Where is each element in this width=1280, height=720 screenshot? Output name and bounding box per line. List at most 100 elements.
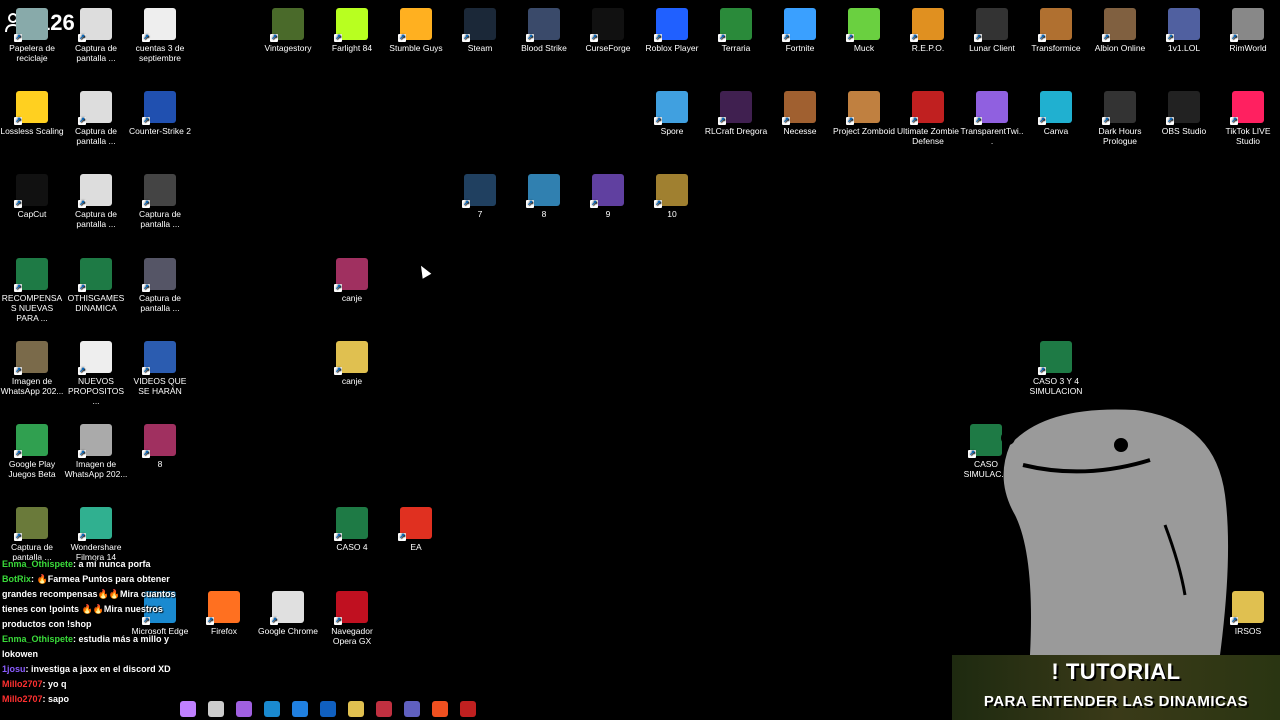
desktop-icon[interactable]: Stumble Guys	[384, 4, 448, 53]
desktop-icon-label: R.E.P.O.	[911, 43, 945, 53]
desktop-icon[interactable]: TransparentTwi...	[960, 87, 1024, 146]
desktop-icon[interactable]: canje	[320, 254, 384, 303]
desktop-icon[interactable]: Ultimate Zombie Defense	[896, 87, 960, 146]
desktop-icon[interactable]: 9	[576, 170, 640, 219]
desktop-icon-label: Transformice	[1031, 43, 1081, 53]
desktop-icon-label: canje	[341, 293, 363, 303]
desktop-icon[interactable]: CapCut	[0, 170, 64, 219]
desktop-icon[interactable]: CurseForge	[576, 4, 640, 53]
desktop-icon[interactable]: Dark Hours Prologue	[1088, 87, 1152, 146]
zip-folder-icon	[334, 341, 368, 375]
desktop-icon-label: TikTok LIVE Studio	[1225, 126, 1271, 146]
task-view-icon[interactable]	[208, 700, 224, 717]
desktop-icon[interactable]: Transformice	[1024, 4, 1088, 53]
desktop-icon[interactable]: 7	[448, 170, 512, 219]
desktop-icon[interactable]: Roblox Player	[640, 4, 704, 53]
desktop-icon[interactable]: CASO 3 Y 4 SIMULACION	[1024, 337, 1088, 396]
desktop-icon[interactable]: Lossless Scaling	[0, 87, 64, 136]
screenshot-icon	[78, 91, 112, 125]
desktop-icon[interactable]: 8	[512, 170, 576, 219]
desktop-icon[interactable]: canje	[320, 337, 384, 386]
chat-overlay: Enma_Othispete: a mí nunca porfa BotRix:…	[2, 557, 192, 707]
desktop-icon[interactable]: RECOMPENSAS NUEVAS PARA ...	[0, 254, 64, 323]
desktop-icon[interactable]: RLCraft Dregora	[704, 87, 768, 136]
cs2-icon	[142, 91, 176, 125]
desktop-icon[interactable]: cuentas 3 de septiembre	[128, 4, 192, 63]
tutorial-banner: ! TUTORIAL PARA ENTENDER LAS DINAMICAS	[952, 655, 1280, 720]
desktop-icon[interactable]: Captura de pantalla ...	[64, 4, 128, 63]
excel-icon	[334, 507, 368, 541]
tiktok-icon	[1230, 91, 1264, 125]
desktop-icon[interactable]: Terraria	[704, 4, 768, 53]
desktop-icon[interactable]: EA	[384, 503, 448, 552]
desktop-icon-label: Imagen de WhatsApp 202...	[0, 376, 64, 396]
desktop-icon[interactable]: Muck	[832, 4, 896, 53]
chat-message: Millo2707: yo q	[2, 677, 192, 692]
winrar-icon	[334, 258, 368, 292]
recycle-bin-icon	[14, 8, 48, 42]
desktop-icon[interactable]: Firefox	[192, 587, 256, 636]
desktop-icon[interactable]: Canva	[1024, 87, 1088, 136]
desktop-icon[interactable]: Navegador Opera GX	[320, 587, 384, 646]
terraria-icon	[718, 8, 752, 42]
capcut-icon	[14, 174, 48, 208]
desktop-icon-label: cuentas 3 de septiembre	[135, 43, 185, 63]
game-taskbar-icon[interactable]	[376, 700, 392, 717]
desktop-icon-label: Roblox Player	[645, 43, 699, 53]
desktop-icon[interactable]: 10	[640, 170, 704, 219]
teams-icon[interactable]	[404, 700, 420, 717]
desktop-icon[interactable]: Google Play Juegos Beta	[0, 420, 64, 479]
word-icon	[142, 341, 176, 375]
desktop-icon-label: Firefox	[211, 626, 237, 636]
desktop-icon[interactable]: Captura de pantalla ...	[0, 503, 64, 562]
desktop-icon[interactable]: Project Zomboid	[832, 87, 896, 136]
desktop-icon[interactable]: Counter-Strike 2	[128, 87, 192, 136]
explorer-icon[interactable]	[348, 700, 364, 717]
desktop-icon[interactable]: VIDEOS QUE SE HARÁN	[128, 337, 192, 396]
rlcraft-icon	[718, 91, 752, 125]
desktop-icon[interactable]: Fortnite	[768, 4, 832, 53]
desktop-icon-label: Captura de pantalla ...	[74, 126, 118, 146]
desktop-icon[interactable]: R.E.P.O.	[896, 4, 960, 53]
desktop-icon[interactable]: Steam	[448, 4, 512, 53]
desktop-icon[interactable]: CASO 4	[320, 503, 384, 552]
desktop-icon[interactable]: Imagen de WhatsApp 202...	[0, 337, 64, 396]
copilot-app-icon[interactable]	[236, 700, 252, 717]
desktop-icon[interactable]: Captura de pantalla ...	[128, 254, 192, 313]
desktop-icon[interactable]: RimWorld	[1216, 4, 1280, 53]
desktop-icon[interactable]: Captura de pantalla ...	[64, 170, 128, 229]
filmora-icon	[78, 507, 112, 541]
store-icon[interactable]	[292, 700, 308, 717]
desktop-icon[interactable]: Spore	[640, 87, 704, 136]
desktop-icon[interactable]: Captura de pantalla ...	[64, 87, 128, 146]
desktop-icon[interactable]: Albion Online	[1088, 4, 1152, 53]
copilot-icon[interactable]	[180, 700, 196, 717]
desktop-icon[interactable]: Blood Strike	[512, 4, 576, 53]
desktop-icon[interactable]: Wondershare Filmora 14	[64, 503, 128, 562]
desktop-icon[interactable]: Vintagestory	[256, 4, 320, 53]
desktop-icon[interactable]: Google Chrome	[256, 587, 320, 636]
desktop-icon[interactable]: Captura de pantalla ...	[128, 170, 192, 229]
desktop-icon[interactable]: TikTok LIVE Studio	[1216, 87, 1280, 146]
desktop-icon[interactable]: Papelera de reciclaje	[0, 4, 64, 63]
desktop-icon-label: Captura de pantalla ...	[138, 209, 182, 229]
desktop-icon[interactable]: OTHISGAMES DINAMICA	[64, 254, 128, 313]
desktop-icon[interactable]: Farlight 84	[320, 4, 384, 53]
desktop-icon-label: Captura de pantalla ...	[138, 293, 182, 313]
edge-taskbar-icon[interactable]	[264, 700, 280, 717]
desktop-icon[interactable]: 1v1.LOL	[1152, 4, 1216, 53]
game-10-icon	[654, 174, 688, 208]
obs-taskbar-icon[interactable]	[460, 700, 476, 717]
desktop-icon[interactable]: Lunar Client	[960, 4, 1024, 53]
dark-hours-icon	[1102, 91, 1136, 125]
desktop-icon[interactable]: 8	[128, 420, 192, 469]
chat-username: Enma_Othispete	[2, 559, 74, 569]
chat-text: : a mí nunca porfa	[73, 559, 151, 569]
desktop-icon[interactable]: Imagen de WhatsApp 202...	[64, 420, 128, 479]
brave-icon[interactable]	[432, 700, 448, 717]
desktop-icon[interactable]: NUEVOS PROPOSITOS ...	[64, 337, 128, 406]
desktop-icon[interactable]: Necesse	[768, 87, 832, 136]
desktop-icon[interactable]: OBS Studio	[1152, 87, 1216, 136]
outlook-icon[interactable]	[320, 700, 336, 717]
albion-icon	[1102, 8, 1136, 42]
